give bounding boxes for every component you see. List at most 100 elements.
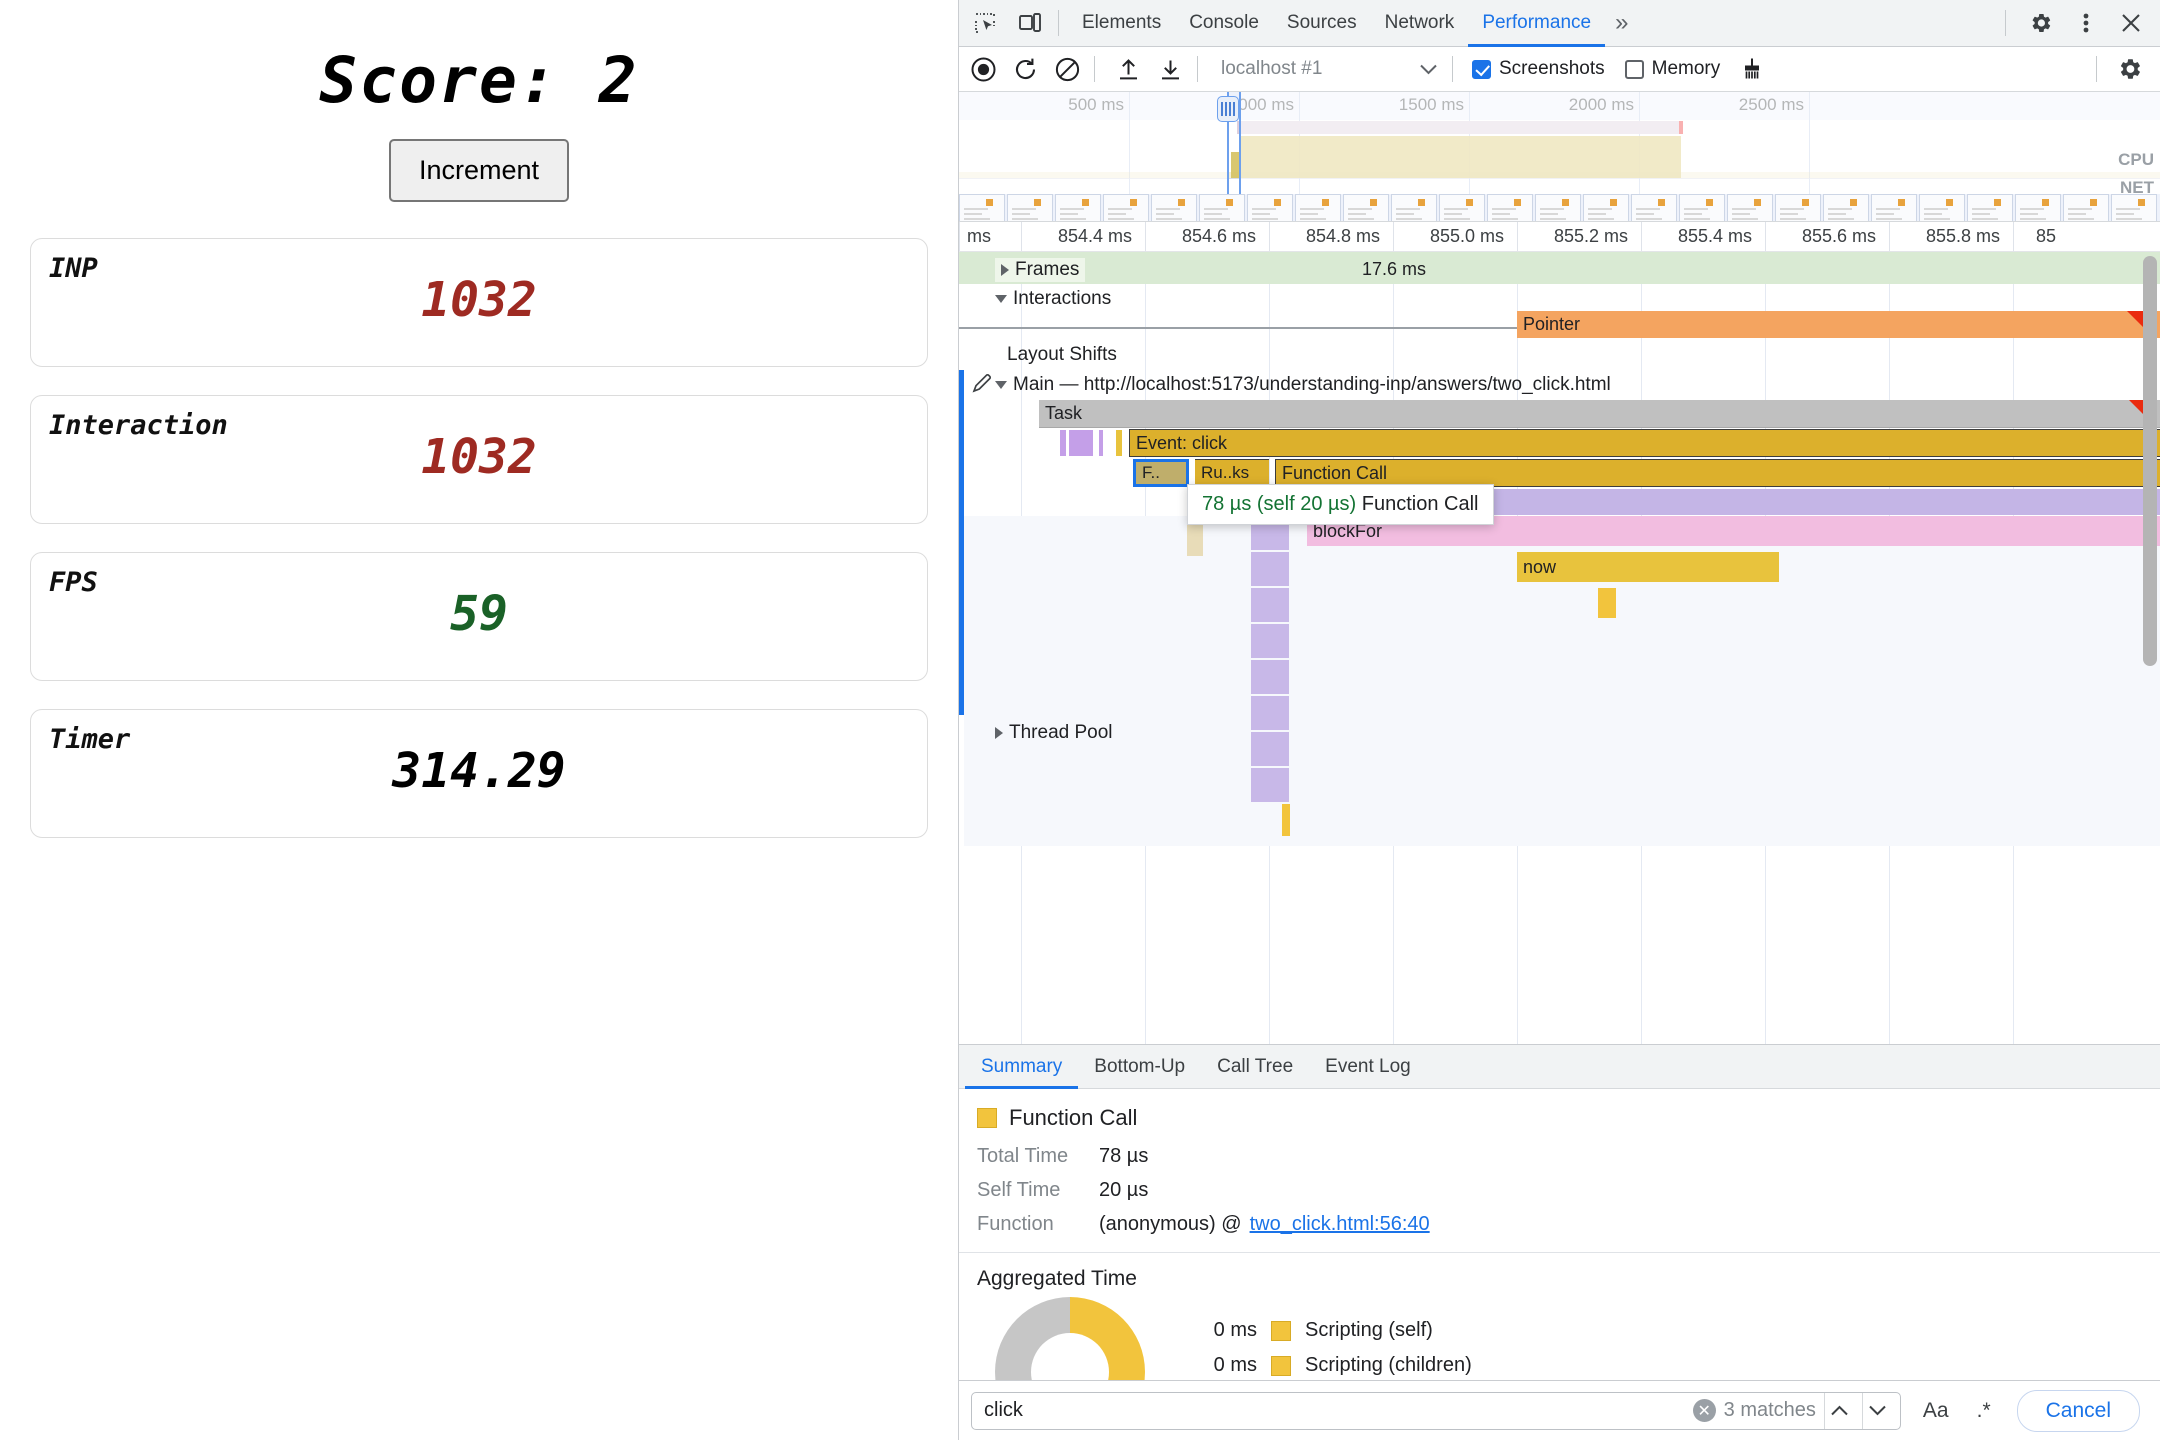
tab-network[interactable]: Network (1371, 0, 1469, 47)
details-panel: Summary Bottom-Up Call Tree Event Log Fu… (959, 1044, 2160, 1440)
search-input[interactable]: click (984, 1399, 1685, 1422)
details-tab-summary[interactable]: Summary (965, 1045, 1078, 1089)
overview-selection-handle-left[interactable] (1217, 96, 1239, 122)
ruler-tick-label: 855.4 ms (1677, 226, 1752, 246)
flame-bar-sliver[interactable] (1099, 430, 1103, 456)
filmstrip-frame[interactable] (1871, 194, 1917, 221)
details-tab-bottom-up[interactable]: Bottom-Up (1078, 1045, 1201, 1089)
flame-bar-sliver[interactable] (1116, 430, 1122, 456)
flame-bar-function-call-selected[interactable]: F.. (1133, 459, 1189, 487)
capture-settings-gear-icon[interactable] (2112, 51, 2148, 87)
filmstrip-frame[interactable] (1823, 194, 1869, 221)
trace-selector[interactable]: localhost #1 (1221, 54, 1443, 84)
flame-bar-sliver[interactable] (1060, 430, 1066, 456)
device-toolbar-icon[interactable] (1011, 4, 1049, 42)
close-icon[interactable] (2112, 4, 2150, 42)
track-layout-shifts-title[interactable]: Layout Shifts (1007, 344, 1117, 366)
filmstrip-frame[interactable] (1679, 194, 1725, 221)
flame-bar-function-call[interactable]: Function Call (1275, 459, 2160, 487)
flame-bar-sliver[interactable] (1069, 430, 1093, 456)
filmstrip-frame[interactable] (1103, 194, 1149, 221)
filmstrip-frame[interactable] (1775, 194, 1821, 221)
flame-bar-now-child[interactable] (1598, 588, 1616, 618)
overview-filmstrip[interactable] (959, 194, 2160, 221)
more-options-icon[interactable] (2067, 4, 2105, 42)
gear-icon[interactable] (2022, 4, 2060, 42)
flame-bar-event-click[interactable]: Event: click (1129, 429, 2160, 457)
edit-track-pencil-icon[interactable] (971, 372, 993, 394)
match-case-button[interactable]: Aa (1917, 1397, 1955, 1425)
flame-chart[interactable]: ms 854.4 ms 854.6 ms 854.8 ms 855.0 ms 8… (959, 222, 2160, 1044)
filmstrip-frame[interactable] (1967, 194, 2013, 221)
flame-bar-yellow-tail[interactable] (1282, 804, 1290, 836)
flame-vertical-scrollbar[interactable] (2143, 256, 2157, 666)
legend-ms: 0 ms (1213, 1354, 1257, 1376)
memory-checkbox[interactable]: Memory (1624, 58, 1720, 80)
track-frames[interactable] (959, 252, 2160, 284)
filmstrip-frame[interactable] (1247, 194, 1293, 221)
tab-elements[interactable]: Elements (1068, 0, 1175, 47)
flame-bar-purple-stack[interactable] (1251, 588, 1289, 622)
filmstrip-frame[interactable] (1295, 194, 1341, 221)
details-tab-call-tree[interactable]: Call Tree (1201, 1045, 1309, 1089)
track-frames-title[interactable]: Frames (995, 258, 1086, 282)
filmstrip-frame[interactable] (1919, 194, 1965, 221)
track-main-title[interactable]: Main — http://localhost:5173/understandi… (995, 374, 1611, 396)
flame-bar-run-task[interactable]: Ru..ks (1195, 459, 1269, 487)
search-bar: click ✕ 3 matches Aa .* Cancel (959, 1380, 2160, 1440)
search-next-button[interactable] (1861, 1392, 1892, 1429)
tab-sources[interactable]: Sources (1273, 0, 1371, 47)
filmstrip-frame[interactable] (1583, 194, 1629, 221)
record-icon[interactable] (965, 51, 1001, 87)
filmstrip-frame[interactable] (1199, 194, 1245, 221)
filmstrip-frame[interactable] (1631, 194, 1677, 221)
details-tab-event-log[interactable]: Event Log (1309, 1045, 1427, 1089)
filmstrip-frame[interactable] (1343, 194, 1389, 221)
more-tabs-chevron-icon[interactable]: » (1605, 0, 1638, 47)
filmstrip-frame[interactable] (1007, 194, 1053, 221)
filmstrip-frame[interactable] (1439, 194, 1485, 221)
flame-bar-purple-stack[interactable] (1251, 552, 1289, 586)
metric-card-interaction: Interaction 1032 (30, 395, 928, 524)
flame-bar-purple-stack[interactable] (1251, 768, 1289, 802)
flame-bar-task[interactable]: Task (1039, 400, 2160, 428)
details-function-link[interactable]: two_click.html:56:40 (1250, 1213, 1430, 1236)
flame-bar-purple-stack[interactable] (1251, 660, 1289, 694)
search-field-wrap[interactable]: click ✕ 3 matches (971, 1391, 1901, 1430)
flame-bar-purple-stack[interactable] (1251, 696, 1289, 730)
flame-bar-purple-stack[interactable] (1251, 732, 1289, 766)
clear-icon[interactable] (1049, 51, 1085, 87)
legend-name: Scripting (children) (1305, 1354, 1472, 1376)
interaction-pointer-bar[interactable]: Pointer (1517, 311, 2160, 338)
regex-button[interactable]: .* (1971, 1397, 1997, 1425)
filmstrip-frame[interactable] (1487, 194, 1533, 221)
search-prev-button[interactable] (1823, 1392, 1854, 1429)
filmstrip-frame[interactable] (1727, 194, 1773, 221)
tab-performance[interactable]: Performance (1468, 0, 1605, 47)
collect-garbage-icon[interactable] (1734, 51, 1770, 87)
track-thread-pool-title[interactable]: Thread Pool (995, 722, 1113, 744)
filmstrip-frame[interactable] (1055, 194, 1101, 221)
flame-bar-now[interactable]: now (1517, 552, 1779, 582)
filmstrip-frame[interactable] (2015, 194, 2061, 221)
track-interactions-title[interactable]: Interactions (995, 288, 1111, 310)
filmstrip-frame[interactable] (2111, 194, 2157, 221)
screenshots-checkbox[interactable]: Screenshots (1472, 58, 1605, 80)
filmstrip-frame[interactable] (1391, 194, 1437, 221)
timeline-overview[interactable]: 500 ms 1000 ms 1500 ms 2000 ms 2500 ms C… (959, 92, 2160, 222)
filmstrip-frame[interactable] (959, 194, 1005, 221)
upload-profile-icon[interactable] (1110, 51, 1146, 87)
download-profile-icon[interactable] (1152, 51, 1188, 87)
cancel-search-button[interactable]: Cancel (2016, 1389, 2140, 1432)
filmstrip-frame[interactable] (1535, 194, 1581, 221)
inspect-element-icon[interactable] (966, 4, 1004, 42)
trace-selector-value: localhost #1 (1221, 58, 1323, 79)
filmstrip-frame[interactable] (1151, 194, 1197, 221)
increment-button[interactable]: Increment (388, 139, 570, 202)
filmstrip-frame[interactable] (2063, 194, 2109, 221)
flame-bar-purple-stack[interactable] (1251, 624, 1289, 658)
overview-cpu-label: CPU (2118, 150, 2154, 169)
reload-and-record-icon[interactable] (1007, 51, 1043, 87)
tab-console[interactable]: Console (1175, 0, 1273, 47)
clear-search-icon[interactable]: ✕ (1692, 1399, 1716, 1422)
